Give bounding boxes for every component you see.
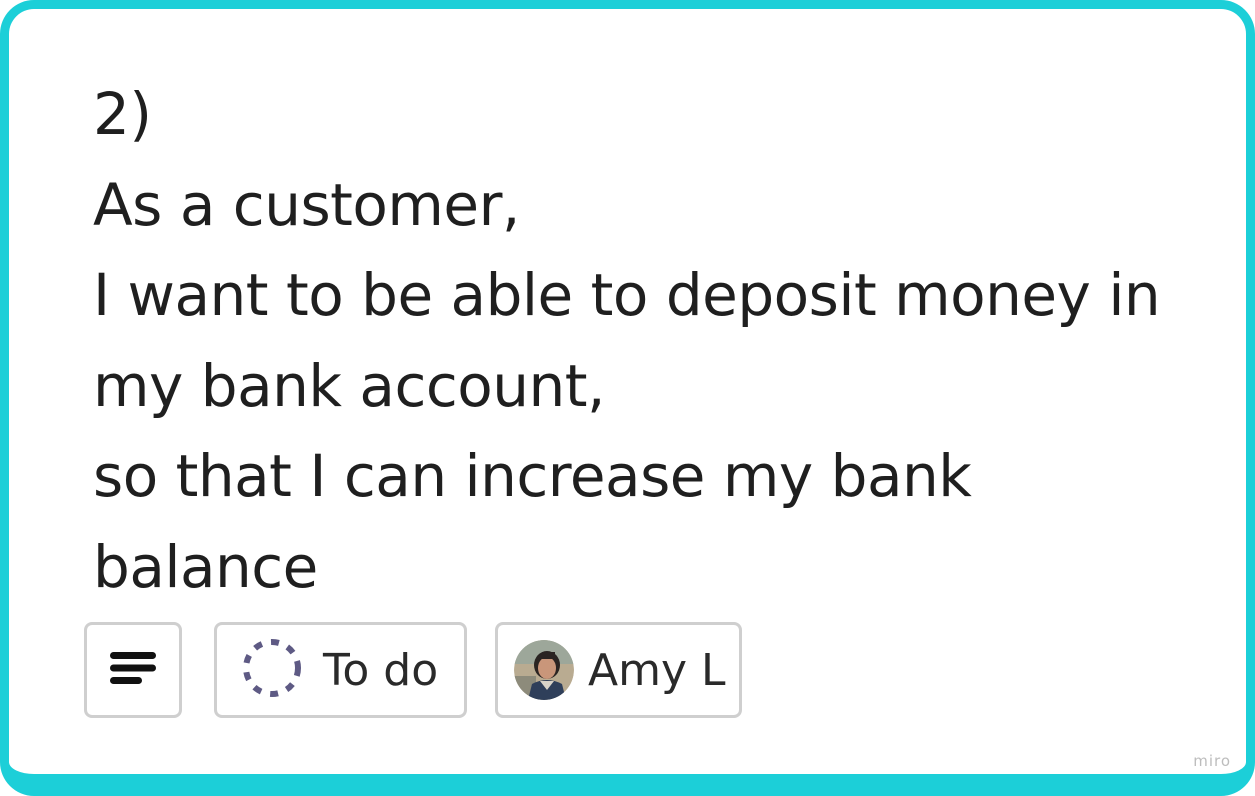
text-lines-icon — [108, 650, 158, 690]
card-text-line: 2) — [93, 80, 152, 148]
status-chip[interactable]: To do — [214, 622, 467, 718]
miro-watermark: miro — [1193, 752, 1231, 770]
card-text-line: so that I can increase my bank — [93, 442, 972, 510]
card-text-line: my bank account, — [93, 351, 605, 420]
user-avatar — [514, 640, 574, 700]
assignee-name: Amy L — [588, 644, 726, 696]
status-label: To do — [323, 644, 439, 696]
card-text-line: As a customer, — [93, 170, 520, 239]
description-button[interactable] — [84, 622, 182, 718]
dashed-circle-icon — [239, 635, 305, 705]
assignee-chip[interactable]: Amy L — [495, 622, 742, 718]
card-text[interactable]: 2) As a customer, I want to be able to d… — [93, 69, 1203, 612]
card-text-line: I want to be able to deposit money in — [93, 261, 1161, 329]
card-text-line: balance — [93, 532, 318, 601]
